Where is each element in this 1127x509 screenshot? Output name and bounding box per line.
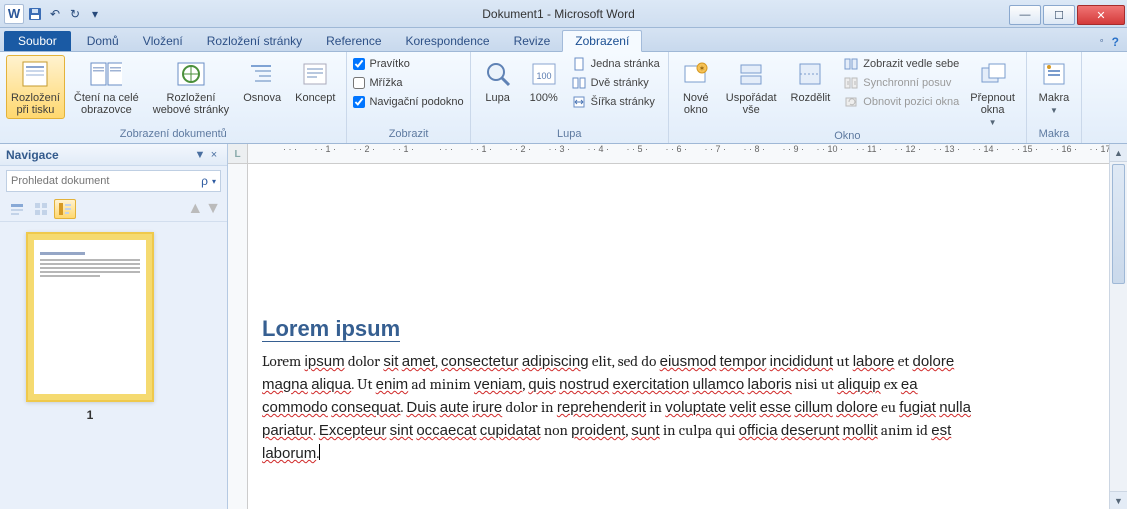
page-thumbnail[interactable] xyxy=(26,232,154,402)
nav-view-thumbnails[interactable] xyxy=(54,199,76,219)
nav-prev-icon[interactable]: ▲ xyxy=(187,200,203,218)
vertical-scrollbar[interactable]: ▲ ▼ xyxy=(1109,144,1127,509)
search-icon[interactable]: ρ ▾ xyxy=(201,174,216,188)
ribbon-view: Rozloženípři tisku Čtení na celéobrazovc… xyxy=(0,52,1127,144)
sync-scroll: Synchronní posuv xyxy=(841,74,961,92)
scroll-down-icon[interactable]: ▼ xyxy=(1110,491,1127,509)
group-document-views: Rozloženípři tisku Čtení na celéobrazovc… xyxy=(0,52,347,143)
new-window[interactable]: ✶Novéokno xyxy=(675,55,717,119)
document-view: L · · ·· · 1 ·· · 2 ·· · 1 ·· · ·· · 1 ·… xyxy=(228,144,1127,509)
app-icon[interactable]: W xyxy=(4,4,24,24)
navpane-dropdown-icon[interactable]: ▼ xyxy=(193,149,207,161)
nav-view-pages-grid[interactable] xyxy=(30,199,52,219)
thumbnail-list[interactable]: 1 xyxy=(0,222,227,509)
document-page[interactable]: Lorem ipsum Lorem ipsum dolor sit amet, … xyxy=(262,166,1105,509)
group-zoom: Lupa 100100% Jedna stránka Dvě stránky Š… xyxy=(471,52,669,143)
maximize-button[interactable]: ☐ xyxy=(1043,5,1075,25)
navigation-pane: Navigace ▼ × ρ ▾ ▲ ▼ 1 xyxy=(0,144,228,509)
view-print-layout[interactable]: Rozloženípři tisku xyxy=(6,55,65,119)
scrollbar-thumb[interactable] xyxy=(1112,164,1125,284)
qat-customize-icon[interactable]: ▾ xyxy=(86,4,104,24)
close-button[interactable]: ✕ xyxy=(1077,5,1125,25)
main-area: Navigace ▼ × ρ ▾ ▲ ▼ 1 L · · xyxy=(0,144,1127,509)
switch-windows[interactable]: Přepnoutokna▼ xyxy=(965,55,1020,130)
search-input[interactable] xyxy=(11,175,201,187)
tab-references[interactable]: Reference xyxy=(314,31,393,51)
reset-window-position: Obnovit pozici okna xyxy=(841,93,961,111)
view-web-layout[interactable]: Rozloženíwebové stránky xyxy=(148,55,234,119)
group-window: ✶Novéokno Uspořádatvše Rozdělit Zobrazit… xyxy=(669,52,1027,143)
qat-save-icon[interactable] xyxy=(26,4,44,24)
svg-text:✶: ✶ xyxy=(698,64,705,73)
ruler-corner-icon[interactable]: L xyxy=(228,144,248,164)
group-show: Pravítko Mřížka Navigační podokno Zobraz… xyxy=(347,52,470,143)
help-icon[interactable]: ? xyxy=(1112,35,1119,49)
tab-pagelayout[interactable]: Rozložení stránky xyxy=(195,31,314,51)
ruler-horizontal[interactable]: L · · ·· · 1 ·· · 2 ·· · 1 ·· · ·· · 1 ·… xyxy=(228,144,1109,164)
tab-file[interactable]: Soubor xyxy=(4,31,71,51)
ruler-vertical[interactable] xyxy=(228,164,248,509)
nav-view-headings[interactable] xyxy=(6,199,28,219)
tab-mailings[interactable]: Korespondence xyxy=(394,31,502,51)
scroll-up-icon[interactable]: ▲ xyxy=(1110,144,1127,162)
zoom-button[interactable]: Lupa xyxy=(477,55,519,107)
tab-review[interactable]: Revize xyxy=(502,31,563,51)
navpane-title: Navigace xyxy=(6,148,59,162)
chk-ruler[interactable]: Pravítko xyxy=(353,55,463,73)
thumbnail-page-number: 1 xyxy=(26,408,154,422)
chk-gridlines[interactable]: Mřížka xyxy=(353,74,463,92)
chk-ruler-input[interactable] xyxy=(353,58,365,70)
chk-gridlines-input[interactable] xyxy=(353,77,365,89)
tab-home[interactable]: Domů xyxy=(75,31,131,51)
navpane-close-icon[interactable]: × xyxy=(207,149,221,161)
svg-text:100: 100 xyxy=(536,71,551,81)
ribbon-tabs: Soubor Domů Vložení Rozložení stránky Re… xyxy=(0,28,1127,52)
chk-navpane[interactable]: Navigační podokno xyxy=(353,93,463,111)
window-title: Dokument1 - Microsoft Word xyxy=(108,7,1009,21)
side-by-side[interactable]: Zobrazit vedle sebe xyxy=(841,55,961,73)
qat-undo-icon[interactable]: ↶ xyxy=(46,4,64,24)
zoom-two-pages[interactable]: Dvě stránky xyxy=(569,74,662,92)
group-macros: Makra▼ Makra xyxy=(1027,52,1082,143)
zoom-one-page[interactable]: Jedna stránka xyxy=(569,55,662,73)
ribbon-minimize-icon[interactable]: ◦ xyxy=(1100,35,1104,49)
view-draft[interactable]: Koncept xyxy=(290,55,340,107)
minimize-button[interactable]: — xyxy=(1009,5,1041,25)
nav-next-icon[interactable]: ▼ xyxy=(205,200,221,218)
split-window[interactable]: Rozdělit xyxy=(786,55,836,107)
qat-redo-icon[interactable]: ↻ xyxy=(66,4,84,24)
tab-view[interactable]: Zobrazení xyxy=(562,30,642,52)
arrange-all[interactable]: Uspořádatvše xyxy=(721,55,782,119)
view-full-screen-reading[interactable]: Čtení na celéobrazovce xyxy=(69,55,144,119)
navpane-search[interactable]: ρ ▾ xyxy=(6,170,221,192)
zoom-100[interactable]: 100100% xyxy=(523,55,565,107)
titlebar: W ↶ ↻ ▾ Dokument1 - Microsoft Word — ☐ ✕ xyxy=(0,0,1127,28)
chk-navpane-input[interactable] xyxy=(353,96,365,108)
macros-button[interactable]: Makra▼ xyxy=(1033,55,1075,118)
zoom-page-width[interactable]: Šířka stránky xyxy=(569,93,662,111)
document-body[interactable]: Lorem ipsum dolor sit amet, consectetur … xyxy=(262,350,982,465)
tab-insert[interactable]: Vložení xyxy=(131,31,195,51)
document-heading[interactable]: Lorem ipsum xyxy=(262,316,1105,342)
quick-access-toolbar: W ↶ ↻ ▾ xyxy=(0,4,108,24)
view-outline[interactable]: Osnova xyxy=(238,55,286,107)
